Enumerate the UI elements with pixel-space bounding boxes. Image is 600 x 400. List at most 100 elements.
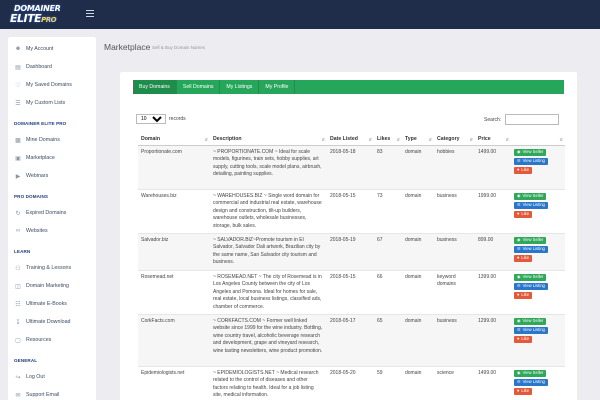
sidebar-item-ultimate-download[interactable]: ↧ Ultimate Download bbox=[8, 316, 96, 328]
list-icon: ☰ bbox=[517, 246, 521, 252]
cell-likes: 66 bbox=[374, 269, 402, 314]
heart-icon: ♥ bbox=[517, 255, 520, 261]
search-input[interactable] bbox=[505, 114, 560, 125]
cell-type: domain bbox=[402, 188, 434, 233]
like-button[interactable]: ♥ Like bbox=[514, 387, 533, 395]
table-header-row: Domain ⇵ Description ⇵ Date Listed ⇵ Likes ⇵… bbox=[138, 134, 565, 146]
email-icon: ✉ bbox=[15, 392, 21, 399]
view-seller-button[interactable]: ◉ View Seller bbox=[514, 192, 547, 200]
sidebar-item-resources[interactable]: ▢ Resources bbox=[8, 334, 96, 346]
col-header-domain[interactable]: Domain ⇵ bbox=[138, 134, 210, 146]
sidebar-item-log-out[interactable]: ↪ Log Out bbox=[8, 371, 96, 383]
monitor-icon: ▩ bbox=[15, 137, 21, 144]
view-seller-button[interactable]: ◉ View Seller bbox=[514, 317, 547, 325]
list-icon: ☰ bbox=[517, 327, 521, 333]
cell-category: business bbox=[434, 188, 475, 233]
cell-date: 2018-05-18 bbox=[327, 144, 374, 189]
col-header-actions[interactable]: ⇵ bbox=[511, 134, 565, 146]
cell-type: domain bbox=[402, 269, 434, 314]
like-button[interactable]: ♥ Like bbox=[514, 166, 533, 174]
cell-date: 2018-05-15 bbox=[327, 269, 374, 314]
cell-domain: Proportionate.com bbox=[138, 144, 210, 189]
sort-icon: ⇵ bbox=[559, 137, 563, 142]
top-navbar: DOMAINER ELITEPRO bbox=[0, 0, 600, 29]
sort-icon: ⇵ bbox=[469, 137, 473, 142]
user-icon: ☻ bbox=[14, 46, 22, 52]
sidebar-item-mine-domains[interactable]: ▩ Mine Domains bbox=[8, 134, 96, 146]
tab-my-profile[interactable]: My Profile bbox=[259, 80, 296, 94]
sidebar-item-label: Log Out bbox=[26, 374, 45, 380]
sidebar-item-label: Ultimate Download bbox=[26, 319, 71, 325]
table-row: Warehouses.biz ~ WAREHOUSES.BIZ ~ Single… bbox=[138, 188, 565, 233]
logo-elite: ELITE bbox=[10, 12, 42, 25]
sidebar-item-custom-lists[interactable]: ☰ My Custom Lists bbox=[8, 97, 96, 109]
col-header-likes[interactable]: Likes ⇵ bbox=[374, 134, 402, 146]
sidebar-item-expired-domains[interactable]: ↻ Expired Domains bbox=[8, 207, 96, 219]
eye-icon: ◉ bbox=[517, 237, 521, 243]
sidebar-item-label: My Saved Domains bbox=[26, 82, 72, 88]
cell-likes: 67 bbox=[374, 232, 402, 270]
cart-icon: ▣ bbox=[15, 155, 21, 162]
sidebar-item-domain-marketing[interactable]: ◫ Domain Marketing bbox=[8, 280, 96, 292]
cell-category: science bbox=[434, 365, 475, 400]
sidebar-item-ebooks[interactable]: ☷ Ultimate E-Books bbox=[8, 298, 96, 310]
eye-icon: ◉ bbox=[517, 149, 521, 155]
sort-icon: ⇵ bbox=[204, 137, 208, 142]
cell-type: domain bbox=[402, 144, 434, 189]
eye-icon: ◉ bbox=[517, 318, 521, 324]
sidebar-item-my-account[interactable]: ☻ My Account bbox=[8, 43, 96, 55]
view-listing-button[interactable]: ☰ View Listing bbox=[514, 378, 548, 386]
col-header-price[interactable]: Price ⇵ bbox=[475, 134, 511, 146]
cell-likes: 83 bbox=[374, 144, 402, 189]
like-button[interactable]: ♥ Like bbox=[514, 291, 533, 299]
col-header-type[interactable]: Type ⇵ bbox=[402, 134, 434, 146]
col-header-category[interactable]: Category ⇵ bbox=[434, 134, 475, 146]
cell-date: 2018-05-17 bbox=[327, 313, 374, 366]
view-listing-button[interactable]: ☰ View Listing bbox=[514, 157, 548, 165]
sidebar-item-training[interactable]: ⚇ Training & Lessons bbox=[8, 262, 96, 274]
sidebar-item-label: Domain Marketing bbox=[26, 283, 69, 289]
section-pro-domains: PRO DOMAINS bbox=[14, 194, 49, 199]
page-length-control: 10 records bbox=[136, 114, 186, 124]
view-listing-button[interactable]: ☰ View Listing bbox=[514, 326, 548, 334]
tab-buy-domains[interactable]: Buy Domains bbox=[133, 80, 177, 94]
cell-actions: ◉ View Seller ☰ View Listing ♥ Like bbox=[511, 232, 565, 270]
sort-icon: ⇵ bbox=[505, 137, 509, 142]
cell-description: ~ WAREHOUSES.BIZ ~ Single word domain fo… bbox=[210, 188, 327, 233]
view-seller-button[interactable]: ◉ View Seller bbox=[514, 369, 547, 377]
sidebar-item-label: Mine Domains bbox=[26, 137, 60, 143]
search-label: Search: bbox=[484, 116, 502, 123]
sidebar-item-marketplace[interactable]: ▣ Marketplace bbox=[8, 152, 96, 164]
like-button[interactable]: ♥ Like bbox=[514, 335, 533, 343]
link-icon: ∞ bbox=[15, 228, 21, 234]
domainer-elite-pro-logo[interactable]: DOMAINER ELITEPRO bbox=[8, 3, 70, 25]
like-button[interactable]: ♥ Like bbox=[514, 254, 533, 262]
domains-table: Domain ⇵ Description ⇵ Date Listed ⇵ Likes ⇵… bbox=[138, 134, 565, 400]
sidebar-item-label: Webinars bbox=[26, 173, 49, 179]
col-header-date-listed[interactable]: Date Listed ⇵ bbox=[327, 134, 374, 146]
view-listing-button[interactable]: ☰ View Listing bbox=[514, 282, 548, 290]
sidebar-item-dashboard[interactable]: ▤ Dashboard bbox=[8, 61, 96, 73]
page-subtitle: Sell & Buy Domain Names bbox=[152, 45, 206, 50]
view-listing-button[interactable]: ☰ View Listing bbox=[514, 245, 548, 253]
like-button[interactable]: ♥ Like bbox=[514, 210, 533, 218]
sidebar-item-webinars[interactable]: ▶ Webinars bbox=[8, 170, 96, 182]
sidebar-item-support-email[interactable]: ✉ Support Email bbox=[8, 389, 96, 400]
view-seller-button[interactable]: ◉ View Seller bbox=[514, 273, 547, 281]
sidebar-item-label: My Account bbox=[26, 46, 54, 52]
col-header-description[interactable]: Description ⇵ bbox=[210, 134, 327, 146]
cell-domain: Salvador.biz bbox=[138, 232, 210, 270]
marketplace-panel: Buy Domains Sell Domains My Listings My … bbox=[120, 72, 577, 400]
tab-sell-domains[interactable]: Sell Domains bbox=[177, 80, 221, 94]
view-listing-button[interactable]: ☰ View Listing bbox=[514, 201, 548, 209]
logo-pro: PRO bbox=[41, 16, 57, 24]
hamburger-icon[interactable] bbox=[86, 10, 94, 17]
page-length-select[interactable]: 10 bbox=[136, 114, 166, 124]
sidebar-item-saved-domains[interactable]: ♡ My Saved Domains bbox=[8, 79, 96, 91]
view-seller-button[interactable]: ◉ View Seller bbox=[514, 148, 547, 156]
cell-type: domain bbox=[402, 232, 434, 270]
view-seller-button[interactable]: ◉ View Seller bbox=[514, 236, 547, 244]
sidebar-item-websites[interactable]: ∞ Websites bbox=[8, 225, 96, 237]
tab-my-listings[interactable]: My Listings bbox=[220, 80, 260, 94]
download-icon: ↧ bbox=[15, 319, 21, 326]
